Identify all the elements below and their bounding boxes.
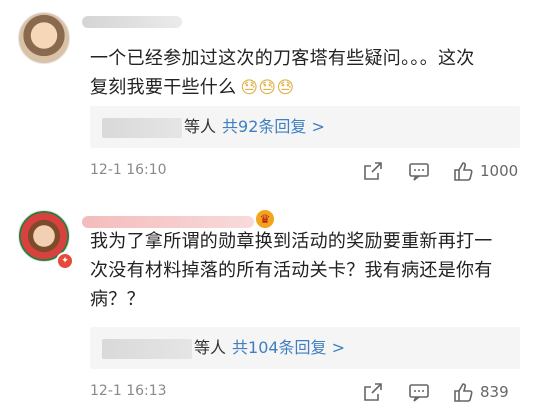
thumbs-up-icon[interactable] bbox=[452, 381, 476, 405]
view-replies-link[interactable]: 共92条回复 > bbox=[222, 117, 325, 136]
reply-others-label: 等人 bbox=[194, 338, 227, 357]
comment-icon[interactable] bbox=[408, 160, 432, 184]
comment-text-line: 次没有材料掉落的所有活动关卡？我有病还是你有 bbox=[90, 260, 493, 281]
like-count: 839 bbox=[480, 383, 509, 401]
crown-icon: ♛ bbox=[256, 210, 274, 228]
sweat-emoji-icon: 😓😓😓 bbox=[240, 77, 295, 98]
comment-text: 一个已经参加过这次的刀客塔有些疑问。。。这次 复刻我要干些什么 😓😓😓 bbox=[90, 44, 520, 103]
timestamp: 12-1 16:13 bbox=[90, 383, 167, 399]
share-icon[interactable] bbox=[362, 160, 386, 184]
replies-preview[interactable]: 等人 共92条回复 > bbox=[90, 106, 520, 148]
reply-usernames-obscured bbox=[102, 338, 192, 359]
comment-meta: 12-1 16:13 839 bbox=[90, 381, 520, 405]
comment-item: ✦ ♛ 我为了拿所谓的勋章换到活动的奖励要重新再打一 次没有材料掉落的所有活动关… bbox=[0, 200, 536, 416]
comment-text-line: 病？？ bbox=[90, 289, 145, 310]
verified-badge-icon: ✦ bbox=[56, 252, 74, 270]
comment-text-line: 我为了拿所谓的勋章换到活动的奖励要重新再打一 bbox=[90, 231, 493, 252]
like-count: 1000 bbox=[480, 162, 519, 180]
thumbs-up-icon[interactable] bbox=[452, 160, 476, 184]
replies-preview[interactable]: 等人 共104条回复 > bbox=[90, 327, 520, 369]
reply-usernames-obscured bbox=[102, 117, 182, 138]
comment-meta: 12-1 16:10 1000 bbox=[90, 160, 520, 184]
comment-item: 一个已经参加过这次的刀客塔有些疑问。。。这次 复刻我要干些什么 😓😓😓 等人 共92… bbox=[0, 0, 536, 200]
comment-text-line: 复刻我要干些什么 bbox=[90, 77, 237, 98]
view-replies-link[interactable]: 共104条回复 > bbox=[232, 338, 345, 357]
timestamp: 12-1 16:10 bbox=[90, 162, 167, 178]
comment-text: 我为了拿所谓的勋章换到活动的奖励要重新再打一 次没有材料掉落的所有活动关卡？我有… bbox=[90, 227, 520, 314]
comment-icon[interactable] bbox=[408, 381, 432, 405]
username-obscured[interactable] bbox=[82, 16, 182, 28]
comment-text-line: 一个已经参加过这次的刀客塔有些疑问。。。这次 bbox=[90, 48, 475, 69]
reply-others-label: 等人 bbox=[184, 117, 217, 136]
share-icon[interactable] bbox=[362, 381, 386, 405]
avatar[interactable] bbox=[18, 12, 70, 64]
